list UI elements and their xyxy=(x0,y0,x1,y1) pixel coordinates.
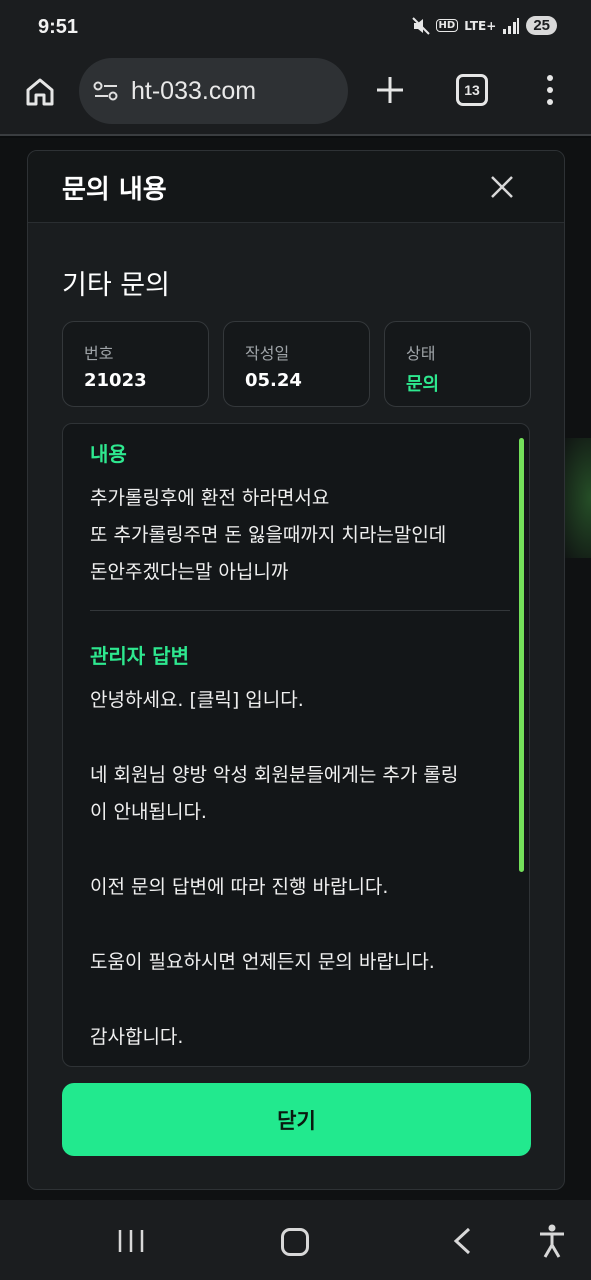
new-tab-button[interactable] xyxy=(368,68,412,112)
close-button[interactable]: 닫기 xyxy=(62,1083,531,1156)
answer-line xyxy=(90,831,510,869)
info-card-status: 상태 문의 xyxy=(384,321,531,407)
divider xyxy=(90,610,510,611)
site-settings-icon[interactable] xyxy=(93,78,119,104)
home-button[interactable] xyxy=(18,70,62,114)
answer-line: 도움이 필요하시면 언제든지 문의 바랍니다. xyxy=(90,951,435,973)
tab-switcher-button[interactable]: 13 xyxy=(456,74,488,106)
mute-icon xyxy=(411,16,430,35)
info-value: 05.24 xyxy=(245,370,302,391)
menu-dot-icon xyxy=(547,75,553,81)
info-label: 번호 xyxy=(84,344,114,363)
info-label: 상태 xyxy=(406,344,436,363)
info-cards: 번호 21023 작성일 05.24 상태 문의 xyxy=(62,321,532,407)
plus-icon xyxy=(377,77,403,103)
answer-line: 이 안내됩니다. xyxy=(90,801,207,823)
nav-home-icon[interactable] xyxy=(281,1228,309,1256)
recent-apps-icon[interactable] xyxy=(116,1228,146,1254)
content-line: 또 추가롤링주면 돈 잃을때까지 치라는말인데 xyxy=(90,524,447,546)
system-nav-bar xyxy=(0,1200,591,1280)
content-line: 추가롤링후에 환전 하라면서요 xyxy=(90,487,330,509)
answer-body: 안녕하세요. [클릭] 입니다. 네 회원님 양방 악성 회원분들에게는 추가 … xyxy=(90,682,510,1056)
url-text: ht-033.com xyxy=(131,76,257,105)
network-label: LTE+ xyxy=(464,18,497,33)
answer-line xyxy=(90,981,510,1019)
browser-toolbar: ht-033.com 13 xyxy=(0,56,591,136)
menu-dot-icon xyxy=(547,87,553,93)
answer-title: 관리자 답변 xyxy=(90,644,189,668)
signal-icon xyxy=(503,17,520,34)
status-time: 9:51 xyxy=(38,16,79,38)
status-icons: HD LTE+ 25 xyxy=(411,16,557,35)
modal-title: 문의 내용 xyxy=(62,175,167,205)
content-body: 추가롤링후에 환전 하라면서요 또 추가롤링주면 돈 잃을때까지 치라는말인데 … xyxy=(90,480,510,591)
info-card-date: 작성일 05.24 xyxy=(223,321,370,407)
content-scroll-box[interactable]: 내용 추가롤링후에 환전 하라면서요 또 추가롤링주면 돈 잃을때까지 치라는말… xyxy=(62,423,530,1067)
inquiry-modal: 문의 내용 기타 문의 번호 21023 작성일 05.24 상태 문의 내용 … xyxy=(27,150,565,1190)
close-icon[interactable] xyxy=(488,173,516,201)
content-title: 내용 xyxy=(90,442,127,466)
answer-line: 안녕하세요. [클릭] 입니다. xyxy=(90,689,304,711)
address-bar[interactable]: ht-033.com xyxy=(79,58,348,124)
more-menu-button[interactable] xyxy=(532,68,568,112)
menu-dot-icon xyxy=(547,99,553,105)
answer-line: 감사합니다. xyxy=(90,1026,184,1048)
modal-header: 문의 내용 xyxy=(28,151,564,223)
scrollbar[interactable] xyxy=(519,438,524,872)
answer-line: 이전 문의 답변에 따라 진행 바랍니다. xyxy=(90,876,389,898)
hd-icon: HD xyxy=(435,19,459,32)
status-badge: 문의 xyxy=(406,374,440,395)
answer-line xyxy=(90,906,510,944)
info-label: 작성일 xyxy=(245,344,290,363)
inquiry-type: 기타 문의 xyxy=(62,270,170,301)
home-icon xyxy=(26,78,54,106)
info-value: 21023 xyxy=(84,370,147,391)
accessibility-icon[interactable] xyxy=(537,1224,567,1258)
background-glow xyxy=(561,438,591,558)
answer-line: 네 회원님 양방 악성 회원분들에게는 추가 롤링 xyxy=(90,764,459,786)
status-bar: 9:51 HD LTE+ 25 xyxy=(0,0,591,56)
answer-line xyxy=(90,719,510,757)
content-line: 돈안주겠다는말 아닙니까 xyxy=(90,561,289,583)
info-card-number: 번호 21023 xyxy=(62,321,209,407)
battery-indicator: 25 xyxy=(526,16,557,35)
back-icon[interactable] xyxy=(450,1226,474,1256)
